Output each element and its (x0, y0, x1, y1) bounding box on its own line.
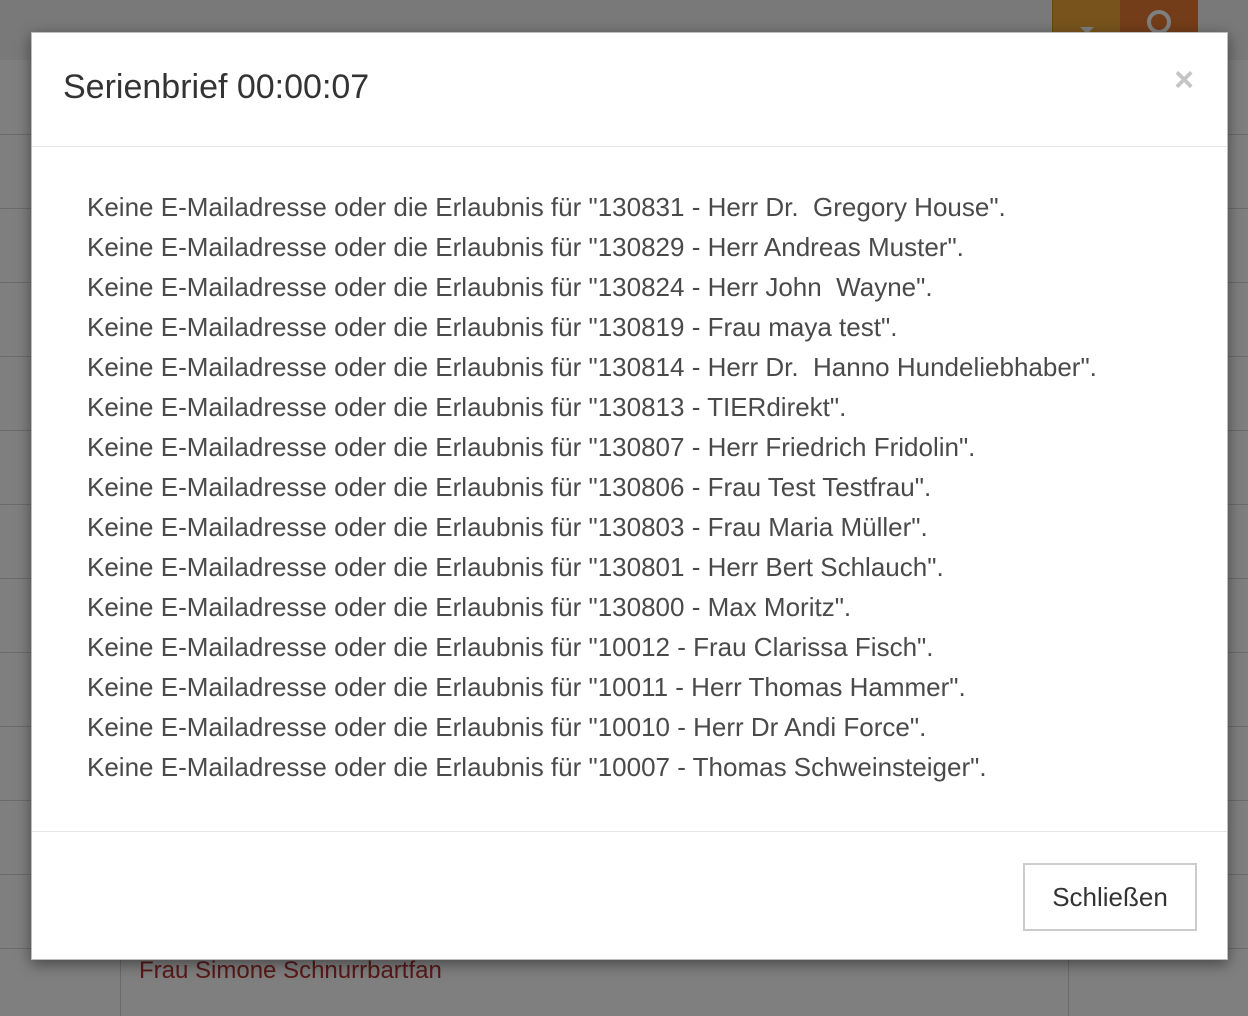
message-line: Keine E-Mailadresse oder die Erlaubnis f… (87, 352, 1097, 382)
message-line: Keine E-Mailadresse oder die Erlaubnis f… (87, 752, 987, 782)
message-line: Keine E-Mailadresse oder die Erlaubnis f… (87, 272, 933, 302)
message-line: Keine E-Mailadresse oder die Erlaubnis f… (87, 512, 928, 542)
message-line: Keine E-Mailadresse oder die Erlaubnis f… (87, 472, 932, 502)
message-line: Keine E-Mailadresse oder die Erlaubnis f… (87, 672, 966, 702)
dialog-body: Keine E-Mailadresse oder die Erlaubnis f… (32, 147, 1227, 831)
close-icon[interactable]: × (1169, 63, 1199, 97)
message-line: Keine E-Mailadresse oder die Erlaubnis f… (87, 552, 944, 582)
serienbrief-dialog: Serienbrief 00:00:07 × Keine E-Mailadres… (31, 32, 1228, 960)
message-line: Keine E-Mailadresse oder die Erlaubnis f… (87, 312, 898, 342)
message-line: Keine E-Mailadresse oder die Erlaubnis f… (87, 712, 927, 742)
message-line: Keine E-Mailadresse oder die Erlaubnis f… (87, 632, 934, 662)
message-line: Keine E-Mailadresse oder die Erlaubnis f… (87, 392, 847, 422)
message-line: Keine E-Mailadresse oder die Erlaubnis f… (87, 432, 976, 462)
dialog-footer: Schließen (32, 831, 1227, 961)
message-line: Keine E-Mailadresse oder die Erlaubnis f… (87, 192, 1006, 222)
close-button[interactable]: Schließen (1023, 863, 1197, 931)
dialog-header: Serienbrief 00:00:07 × (32, 33, 1227, 147)
message-line: Keine E-Mailadresse oder die Erlaubnis f… (87, 232, 964, 262)
dialog-title: Serienbrief 00:00:07 (63, 68, 370, 106)
message-line: Keine E-Mailadresse oder die Erlaubnis f… (87, 592, 852, 622)
